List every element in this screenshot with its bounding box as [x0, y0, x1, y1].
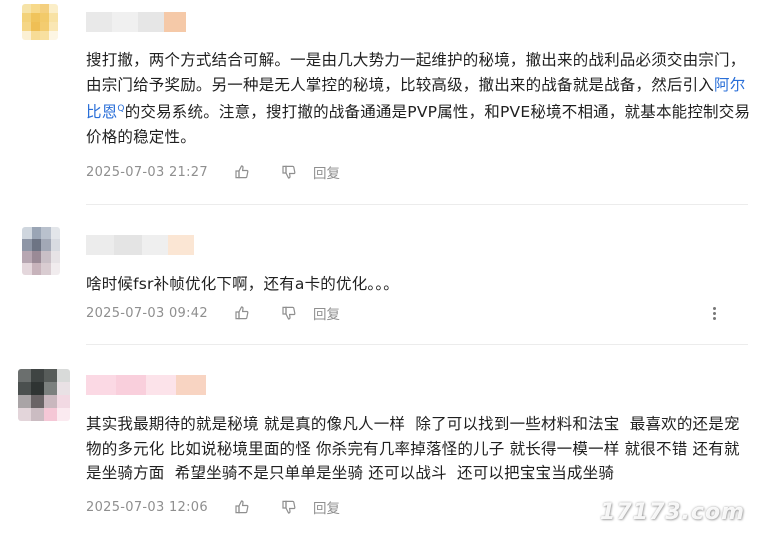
thumbs-up-icon	[235, 500, 249, 514]
comment-time: 2025-07-03 21:27	[86, 164, 208, 180]
dislike-button[interactable]	[281, 305, 297, 321]
comment-time: 2025-07-03 09:42	[86, 305, 208, 321]
comment-time: 2025-07-03 12:06	[86, 499, 208, 515]
like-button[interactable]	[234, 499, 250, 515]
comment-text: 搜打撤，两个方式结合可解。一是由几大势力一起维护的秘境，撤出来的战利品必须交由宗…	[86, 51, 751, 146]
thumbs-up-icon	[235, 165, 249, 179]
more-vertical-icon-dot	[712, 316, 716, 320]
comment-meta: 2025-07-03 09:42 回复	[86, 303, 340, 324]
comment-item: 搜打撤，两个方式结合可解。一是由几大势力一起维护的秘境，撤出来的战利品必须交由宗…	[0, 0, 759, 205]
username-blurred[interactable]	[86, 12, 186, 32]
comment-text: 其实我最期待的就是秘境 就是真的像凡人一样 除了可以找到一些材料和法宝 最喜欢的…	[86, 415, 740, 482]
like-button[interactable]	[234, 164, 250, 180]
username-blurred[interactable]	[86, 375, 206, 395]
more-vertical-icon	[712, 306, 716, 310]
more-options-button[interactable]	[707, 303, 721, 323]
username-blurred[interactable]	[86, 235, 194, 255]
dislike-button[interactable]	[281, 164, 297, 180]
more-vertical-icon-dot	[712, 311, 716, 315]
site-watermark: 17173.com	[600, 500, 745, 525]
comment-meta: 2025-07-03 12:06 回复	[86, 497, 340, 518]
dislike-button[interactable]	[281, 499, 297, 515]
comment-meta: 2025-07-03 21:27 回复	[86, 162, 340, 183]
reply-button[interactable]: 回复	[313, 162, 340, 182]
thumbs-down-icon	[282, 306, 296, 320]
reply-button[interactable]: 回复	[313, 303, 340, 323]
thumbs-down-icon	[282, 500, 296, 514]
thumbs-down-icon	[282, 165, 296, 179]
like-button[interactable]	[234, 305, 250, 321]
reply-button[interactable]: 回复	[313, 497, 340, 517]
avatar[interactable]	[18, 369, 70, 421]
comment-text: 啥时候fsr补帧优化下啊，还有a卡的优化。。。	[86, 275, 400, 293]
avatar[interactable]	[22, 4, 58, 40]
search-icon[interactable]: Q	[117, 104, 124, 114]
avatar[interactable]	[22, 227, 60, 275]
comment-item: 啥时候fsr补帧优化下啊，还有a卡的优化。。。 2025-07-03 09:42…	[0, 205, 759, 345]
thumbs-up-icon	[235, 306, 249, 320]
